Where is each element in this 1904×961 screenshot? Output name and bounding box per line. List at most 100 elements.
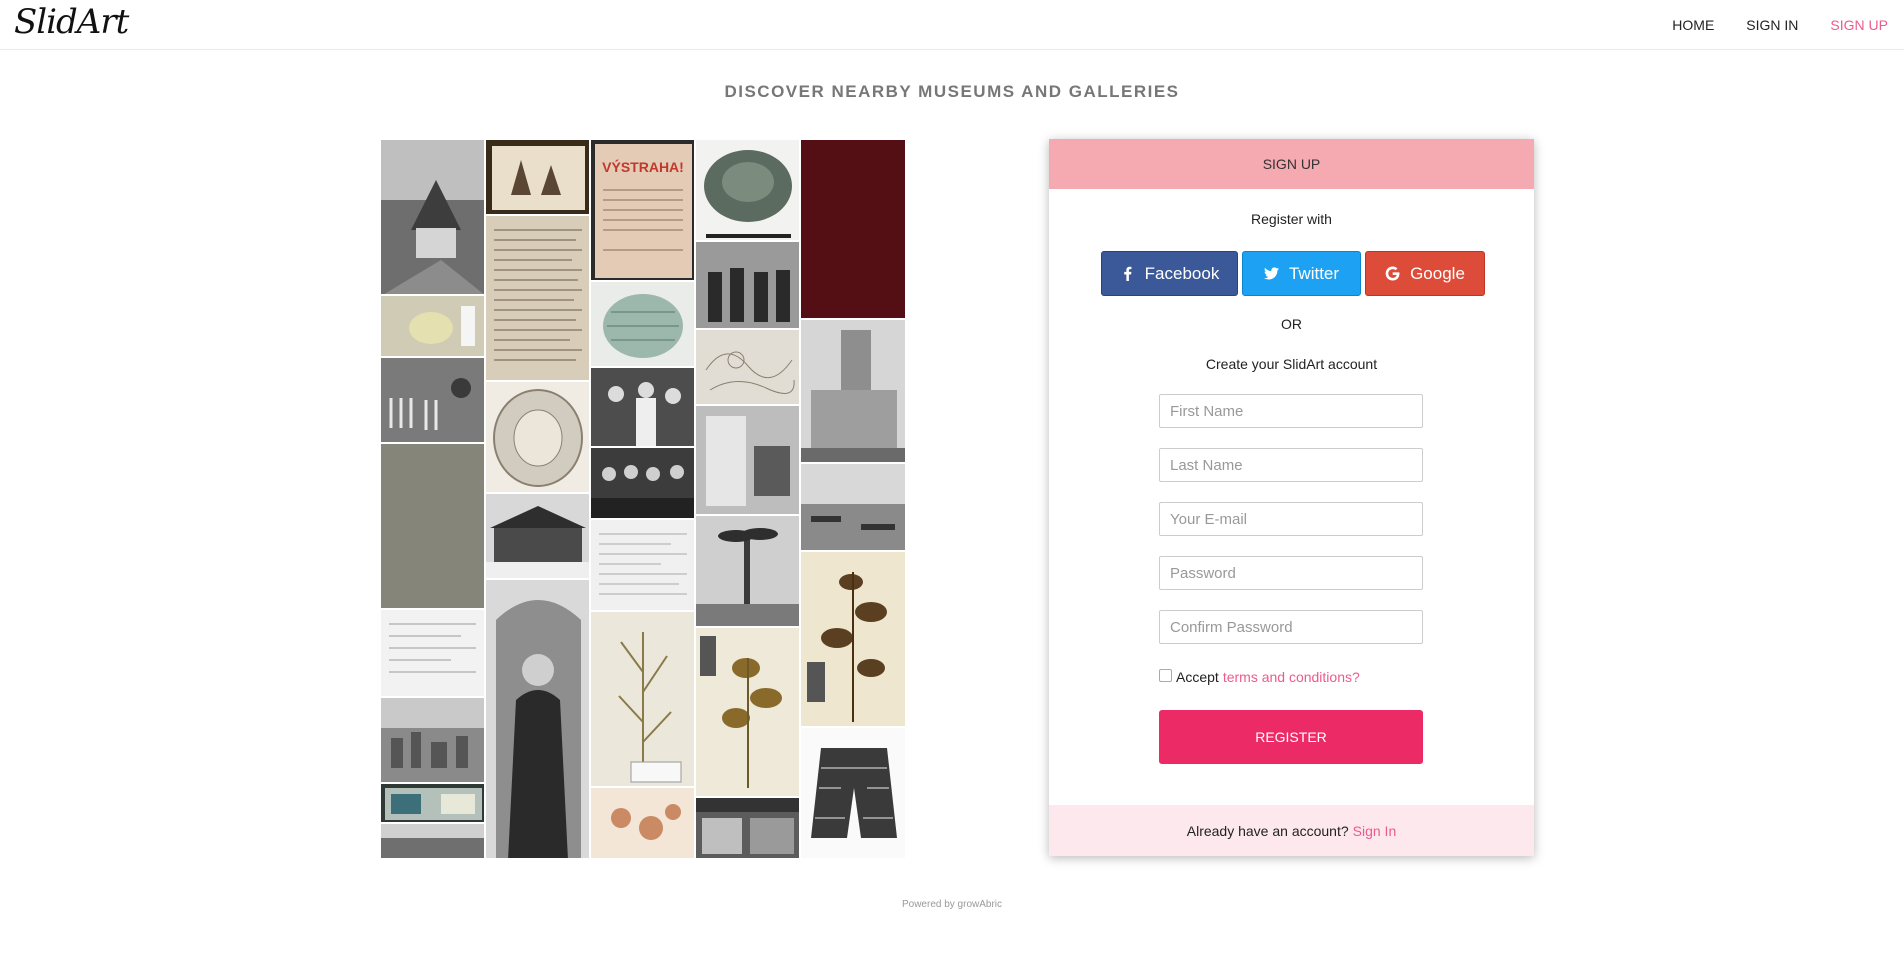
confirm-password-field[interactable] [1159,610,1423,644]
email-field[interactable] [1159,502,1423,536]
nav-sign-in[interactable]: SIGN IN [1746,17,1798,33]
mosaic-tile[interactable] [485,215,590,381]
terms-checkbox[interactable] [1159,668,1172,682]
city-view-image [381,698,484,782]
already-account-label: Already have an account? [1186,822,1349,839]
mosaic-tile[interactable] [695,241,800,329]
mosaic-tile[interactable] [380,697,485,783]
facebook-icon [1123,266,1132,281]
mosaic-tile[interactable] [590,519,695,611]
saint-painting-image [486,580,589,858]
river-scene-image [801,464,905,550]
dark-red-textile-image [801,140,905,318]
mosaic-tile[interactable] [485,381,590,493]
wedding-photo-image [591,368,694,446]
mosaic-tile[interactable] [695,139,800,241]
mineral-slide-image [381,784,484,822]
ceramic-vessel-image [591,282,694,366]
password-field[interactable] [1159,556,1423,590]
first-name-field[interactable] [1159,394,1423,428]
page-title: DISCOVER NEARBY MUSEUMS AND GALLERIES [724,82,1180,101]
mosaic-tile[interactable] [800,727,906,859]
navbar: SlidArt HOME SIGN IN SIGN UP [0,0,1904,50]
herbarium-flower-image [696,628,799,796]
sign-in-link[interactable]: Sign In [1353,823,1397,839]
facebook-label: Facebook [1144,263,1220,283]
crowd-photo-image [696,242,799,328]
mosaic-tile[interactable] [590,787,695,859]
mosaic-tile[interactable] [380,139,485,295]
herbarium-grass-image [591,612,694,786]
mosaic-tile[interactable] [800,551,906,727]
google-button[interactable]: Google [1365,251,1485,296]
terms-link[interactable]: terms and conditions? [1223,669,1360,685]
accept-label: Accept [1176,669,1219,685]
google-label: Google [1410,263,1465,283]
ornamental-plate-image [486,382,589,492]
twitter-button[interactable]: Twitter [1242,251,1361,296]
mosaic-tile[interactable] [485,139,590,215]
group-portrait-image [591,448,694,518]
twitter-label: Twitter [1288,263,1340,283]
create-account-label: Create your SlidArt account [1205,356,1378,372]
nav-links: HOME SIGN IN SIGN UP [1672,0,1888,50]
street-shop-image [696,798,799,858]
signup-card-header: SIGN UP [1049,139,1534,189]
facebook-button[interactable]: Facebook [1101,251,1238,296]
mosaic-tile[interactable] [695,405,800,515]
mosaic-tile[interactable] [800,319,906,463]
church-photo-image [381,140,484,294]
mosaic-tile[interactable] [485,579,590,859]
mosaic-tile[interactable] [590,611,695,787]
mosaic-tile[interactable] [590,367,695,447]
mosaic-tile[interactable] [380,609,485,697]
palm-tree-photo-image [696,516,799,626]
mosaic-tile[interactable] [380,823,485,859]
mosaic-tile[interactable] [590,447,695,519]
interior-photo-image [696,406,799,514]
mosaic-tile[interactable] [380,295,485,357]
last-name-field[interactable] [1159,448,1423,482]
red-chalk-sketch-image [591,788,694,858]
register-button[interactable]: REGISTER [1159,710,1423,764]
signup-card: SIGN UP Register with Facebook Twitter G… [1049,139,1534,856]
mosaic-tile[interactable] [590,281,695,367]
mosaic-tile[interactable] [380,443,485,609]
powered-by: Powered by growAbric [901,899,1003,910]
grey-panel-image [381,444,484,608]
vystraha-poster-image: VÝSTRAHA! [591,140,694,280]
mosaic-tile[interactable] [800,463,906,551]
mosaic-tile[interactable] [695,329,800,405]
mosaic-tile[interactable] [485,493,590,579]
mosaic-tile[interactable] [695,515,800,627]
twitter-icon [1263,267,1279,280]
typed-document-image [591,520,694,610]
register-with-label: Register with [1251,211,1332,227]
mosaic-tile[interactable]: VÝSTRAHA! [590,139,695,281]
terms-row: Accept terms and conditions? [1159,668,1360,685]
or-divider: OR [1281,316,1302,332]
mosaic-tile[interactable] [380,357,485,443]
mosaic-tile[interactable] [695,797,800,859]
map-sketch-image [696,330,799,404]
social-login-row: Facebook Twitter Google [1101,251,1485,296]
mosaic-tile[interactable] [800,139,906,319]
mosaic-tile[interactable] [380,783,485,823]
zebra-photo-image [381,358,484,442]
bronze-plate-image [696,140,799,240]
tower-building-image [801,320,905,462]
nav-home[interactable]: HOME [1672,17,1714,33]
wooden-house-image [486,494,589,578]
nav-sign-up[interactable]: SIGN UP [1830,17,1888,33]
google-icon [1385,266,1400,281]
mosaic-tile[interactable] [695,627,800,797]
logo[interactable]: SlidArt [14,2,129,42]
lace-garment-image [801,728,905,858]
document-form-image [381,610,484,696]
signup-card-footer: Already have an account? Sign In [1049,805,1534,856]
specimen-slide-image [381,296,484,356]
herbarium-leaves-image [801,552,905,726]
bottom-strip-photo-image [381,824,484,858]
artwork-mosaic: VÝSTRAHA! [380,139,906,859]
svg-text:VÝSTRAHA!: VÝSTRAHA! [602,158,684,175]
